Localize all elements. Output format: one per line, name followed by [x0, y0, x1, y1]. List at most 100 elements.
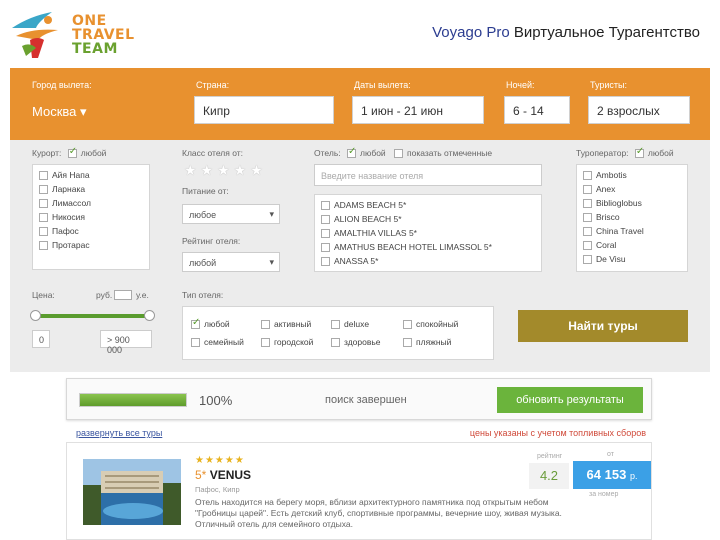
from-label: Город вылета: — [32, 80, 92, 90]
operator-checkbox[interactable] — [583, 185, 592, 195]
resort-checkbox[interactable] — [39, 199, 48, 209]
operator-any-checkbox[interactable] — [634, 146, 644, 159]
type-option[interactable]: спокойный — [403, 319, 458, 330]
list-item[interactable]: Anex — [583, 182, 681, 196]
list-item[interactable]: Ambotis — [583, 168, 681, 182]
currency-rub: руб. — [96, 290, 113, 300]
list-item[interactable]: AMATHUS BEACH HOTEL LIMASSOL 5* — [321, 240, 535, 254]
hotel-label: Отель: — [314, 148, 341, 158]
price-max-input[interactable]: > 900 000 — [100, 330, 152, 355]
resort-checkbox[interactable] — [39, 213, 48, 223]
country-select[interactable]: Кипр — [194, 96, 334, 124]
price-caption: от — [607, 451, 614, 458]
resort-any-label: любой — [80, 148, 107, 158]
class-stars[interactable]: ★★★★★ — [184, 162, 267, 179]
resort-checkbox[interactable] — [39, 241, 48, 251]
refresh-results-button[interactable]: обновить результаты — [497, 387, 643, 413]
hotel-search-input[interactable]: Введите название отеля — [314, 164, 542, 186]
hotel-name: ADAMS BEACH 5* — [334, 200, 407, 210]
hotel-checkbox[interactable] — [321, 257, 330, 267]
operator-checkbox[interactable] — [583, 213, 592, 223]
list-item[interactable]: China Travel — [583, 224, 681, 238]
type-option[interactable]: пляжный — [403, 337, 451, 348]
hotel-photo-image — [83, 459, 181, 525]
list-item[interactable]: De Visu — [583, 252, 681, 266]
type-checkbox[interactable] — [261, 320, 270, 330]
list-item[interactable]: Biblioglobus — [583, 196, 681, 210]
hotel-photo[interactable] — [83, 459, 181, 525]
list-item[interactable]: Coral — [583, 238, 681, 252]
list-item[interactable]: Пафос — [39, 224, 143, 238]
type-checkbox[interactable] — [403, 320, 412, 330]
hotel-checkbox[interactable] — [321, 243, 330, 253]
type-option[interactable]: deluxe — [331, 319, 370, 330]
type-checkbox[interactable] — [191, 317, 200, 330]
dates-select[interactable]: 1 июн - 21 июн — [352, 96, 484, 124]
type-name: deluxe — [344, 319, 370, 329]
food-select[interactable]: любое ▾ — [182, 204, 280, 224]
list-item[interactable]: Никосия — [39, 210, 143, 224]
list-item[interactable]: Лимассол — [39, 196, 143, 210]
rating-select[interactable]: любой ▾ — [182, 252, 280, 272]
resort-any-checkbox[interactable] — [67, 146, 77, 159]
price-note: цены указаны с учетом топливных сборов — [469, 428, 646, 438]
find-tours-button[interactable]: Найти туры — [518, 310, 688, 342]
hotel-name: VENUS — [209, 468, 252, 482]
show-marked-checkbox[interactable] — [394, 149, 404, 159]
operator-checkbox[interactable] — [583, 199, 592, 209]
hotel-type-label: Тип отеля: — [182, 290, 224, 300]
type-option[interactable]: городской — [261, 337, 313, 348]
operator-checkbox[interactable] — [583, 171, 592, 181]
list-item[interactable]: AMALTHIA VILLAS 5* — [321, 226, 535, 240]
hotel-checkbox[interactable] — [321, 229, 330, 239]
type-checkbox[interactable] — [331, 320, 340, 330]
type-checkbox[interactable] — [331, 338, 340, 348]
type-name: активный — [274, 319, 312, 329]
type-name: любой — [204, 319, 230, 329]
hotel-any-checkbox[interactable] — [346, 146, 356, 159]
list-item[interactable]: ALION BEACH 5* — [321, 212, 535, 226]
list-item[interactable]: Brisco — [583, 210, 681, 224]
type-option[interactable]: здоровье — [331, 337, 381, 348]
food-value: любое — [189, 210, 217, 220]
hotel-checkbox[interactable] — [321, 201, 330, 211]
hotel-price-button[interactable]: 64 153 р. — [573, 461, 651, 489]
currency-toggle[interactable] — [114, 290, 132, 300]
hotel-checkbox[interactable] — [321, 215, 330, 225]
type-option[interactable]: семейный — [191, 337, 244, 348]
price-min-input[interactable]: 0 — [32, 330, 50, 348]
show-marked-label: показать отмеченные — [407, 148, 493, 158]
price-slider-max-handle[interactable] — [144, 310, 155, 321]
nights-select[interactable]: 6 - 14 — [504, 96, 570, 124]
type-checkbox[interactable] — [403, 338, 412, 348]
type-option[interactable]: любой — [191, 317, 230, 330]
progress-bar — [79, 393, 187, 407]
type-option[interactable]: активный — [261, 319, 312, 330]
logo[interactable]: ONE TRAVEL TEAM — [8, 6, 134, 62]
logo-line3: TEAM — [72, 41, 118, 57]
hotel-name: ANASSA 5* — [334, 256, 379, 266]
price-slider-min-handle[interactable] — [30, 310, 41, 321]
price-slider-track[interactable] — [36, 314, 148, 318]
resort-checkbox[interactable] — [39, 185, 48, 195]
search-status: поиск завершен — [325, 394, 407, 406]
list-item[interactable]: Айя Напа — [39, 168, 143, 182]
type-checkbox[interactable] — [261, 338, 270, 348]
hotel-title[interactable]: 5* VENUS — [195, 468, 251, 482]
hotel-card[interactable]: ★★★★★ 5* VENUS Пафос, Кипр Отель находит… — [66, 442, 652, 540]
resort-name: Лимассол — [52, 198, 91, 208]
type-checkbox[interactable] — [191, 338, 200, 348]
expand-all-tours-link[interactable]: развернуть все туры — [76, 428, 162, 438]
list-item[interactable]: ANASSA 5* — [321, 254, 535, 268]
list-item[interactable]: Протарас — [39, 238, 143, 252]
list-item[interactable]: ADAMS BEACH 5* — [321, 198, 535, 212]
operator-checkbox[interactable] — [583, 241, 592, 251]
resort-checkbox[interactable] — [39, 171, 48, 181]
operator-checkbox[interactable] — [583, 227, 592, 237]
operator-checkbox[interactable] — [583, 255, 592, 265]
from-city-select[interactable]: Москва ▾ — [32, 104, 87, 120]
resort-checkbox[interactable] — [39, 227, 48, 237]
list-item[interactable]: Ларнака — [39, 182, 143, 196]
tourists-select[interactable]: 2 взрослых — [588, 96, 690, 124]
operator-list: Ambotis Anex Biblioglobus Brisco China T… — [576, 164, 688, 272]
